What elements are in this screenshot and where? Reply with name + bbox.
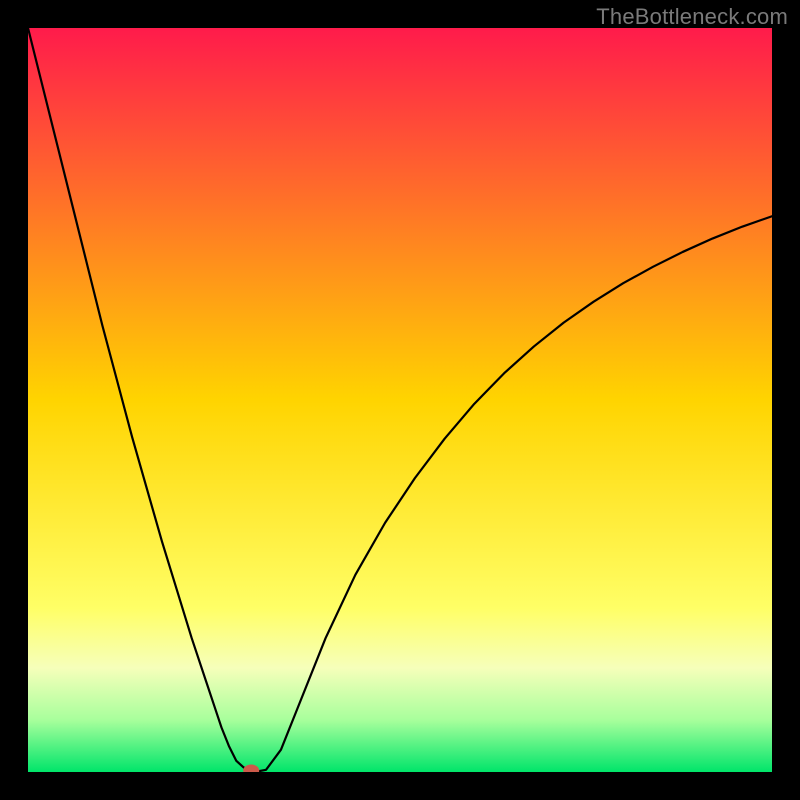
chart-frame xyxy=(28,28,772,772)
chart-canvas xyxy=(28,28,772,772)
gradient-background xyxy=(28,28,772,772)
watermark-text: TheBottleneck.com xyxy=(596,4,788,30)
